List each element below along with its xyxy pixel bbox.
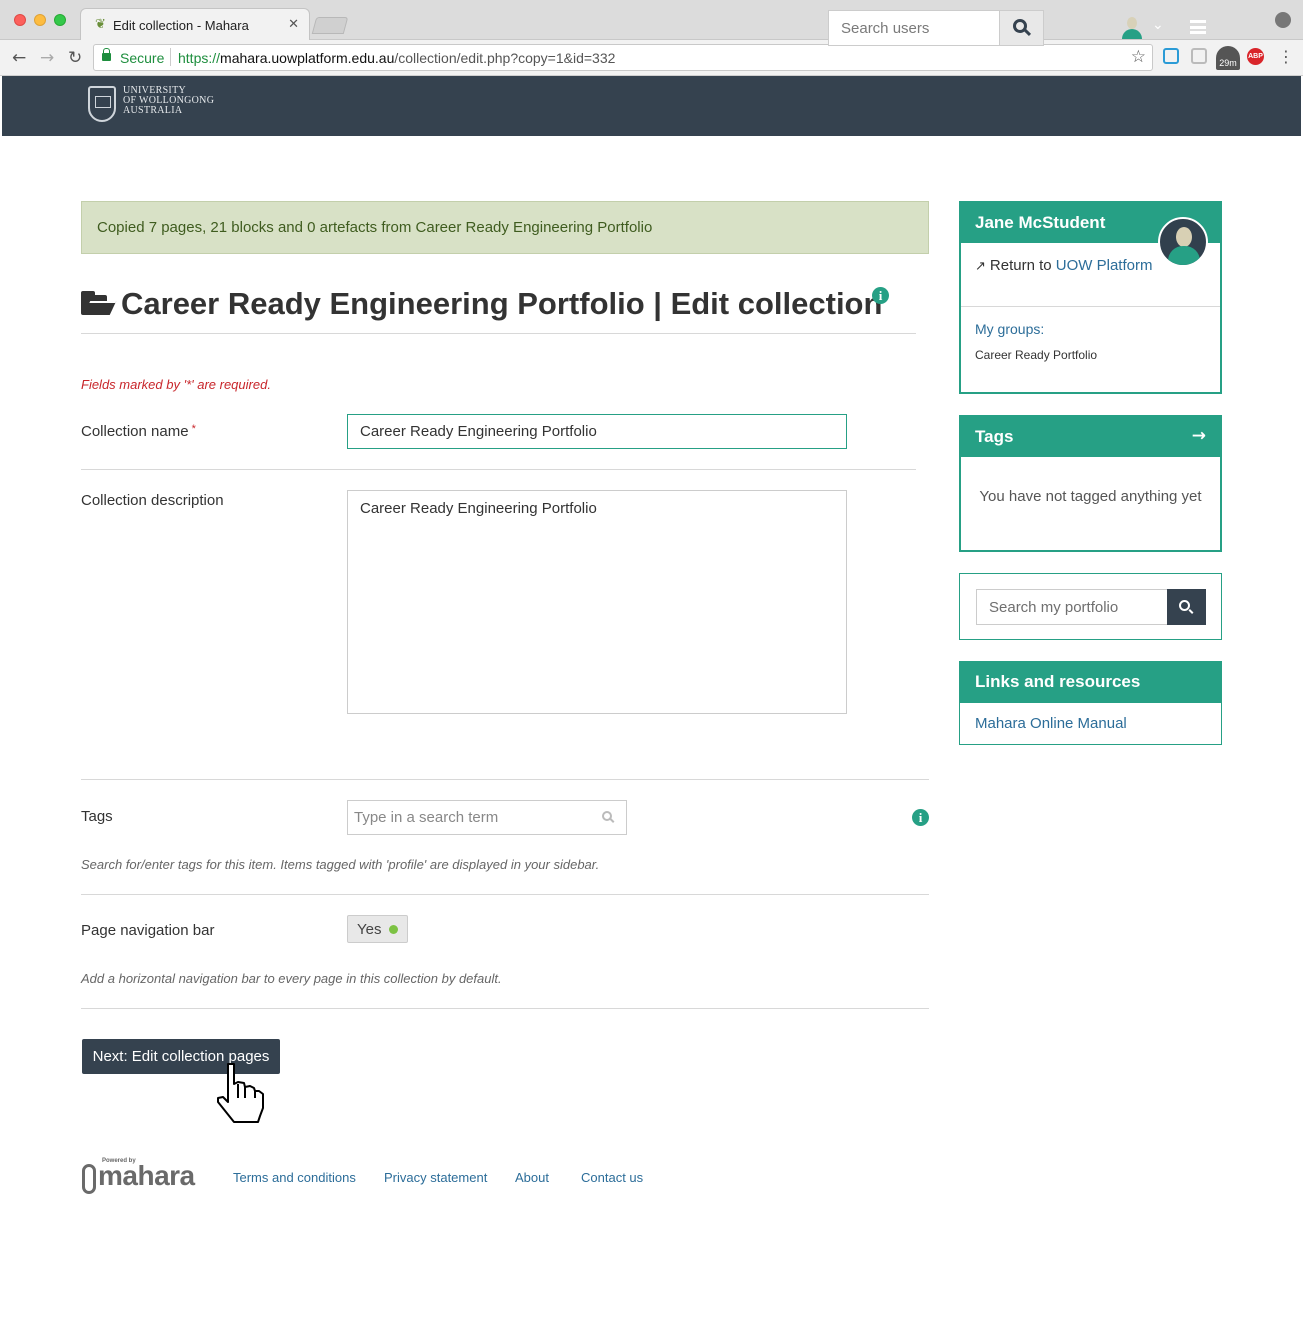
return-to-platform-link[interactable]: ↗ Return to UOW Platform bbox=[975, 255, 1155, 277]
search-users-button[interactable] bbox=[999, 10, 1044, 46]
back-arrow-icon[interactable]: ← bbox=[12, 48, 26, 68]
window-zoom-button[interactable] bbox=[54, 14, 66, 26]
search-icon bbox=[1179, 600, 1190, 611]
return-prefix: Return to bbox=[989, 257, 1056, 274]
tags-label: Tags bbox=[81, 808, 113, 825]
info-icon[interactable]: i bbox=[872, 287, 889, 304]
browser-menu-icon[interactable]: ⋮ bbox=[1278, 47, 1294, 66]
bookmark-star-icon[interactable]: ☆ bbox=[1131, 47, 1146, 67]
hand-pointer-cursor-icon bbox=[217, 1063, 264, 1123]
extension-timer-icon[interactable]: 29m bbox=[1216, 46, 1240, 70]
profile-picture-head bbox=[1176, 227, 1192, 247]
search-portfolio-input[interactable] bbox=[976, 589, 1168, 625]
window-minimize-button[interactable] bbox=[34, 14, 46, 26]
extension-window-icon[interactable] bbox=[1163, 48, 1179, 64]
page-title: Career Ready Engineering Portfolio | Edi… bbox=[121, 286, 883, 321]
navigation-bar-help-text: Add a horizontal navigation bar to every… bbox=[81, 971, 502, 986]
logo-line: AUSTRALIA bbox=[123, 105, 183, 116]
search-users-input[interactable] bbox=[828, 10, 1000, 46]
field-divider bbox=[81, 469, 916, 470]
mahara-favicon-icon: ❦ bbox=[95, 17, 106, 32]
window-close-button[interactable] bbox=[14, 14, 26, 26]
privacy-link[interactable]: Privacy statement bbox=[384, 1170, 487, 1185]
uow-logo-shield-icon[interactable] bbox=[88, 86, 116, 122]
avatar-head bbox=[1127, 17, 1137, 29]
uow-logo-text[interactable]: UNIVERSITY OF WOLLONGONG AUSTRALIA bbox=[123, 86, 214, 116]
folder-front bbox=[83, 301, 117, 315]
return-link-text: UOW Platform bbox=[1055, 257, 1153, 274]
collection-name-label-text: Collection name bbox=[81, 423, 189, 440]
mahara-manual-link[interactable]: Mahara Online Manual bbox=[975, 715, 1127, 732]
toggle-on-indicator bbox=[389, 925, 398, 934]
browser-profile-icon[interactable] bbox=[1275, 12, 1291, 28]
collection-description-label: Collection description bbox=[81, 492, 224, 509]
extension-cast-icon[interactable] bbox=[1191, 48, 1207, 64]
tags-search-input[interactable] bbox=[347, 800, 627, 835]
links-heading: Links and resources bbox=[960, 662, 1221, 703]
url-host: mahara.uowplatform.edu.au bbox=[220, 50, 395, 66]
mahara-wordmark: mahara bbox=[98, 1160, 195, 1191]
chevron-down-icon[interactable]: ⌄ bbox=[1152, 17, 1164, 33]
page-navigation-bar-toggle[interactable]: Yes bbox=[347, 915, 408, 943]
browser-toolbar: ← → ↻ Secure https://mahara.uowplatform.… bbox=[0, 40, 1303, 76]
collection-description-textarea[interactable]: Career Ready Engineering Portfolio bbox=[347, 490, 847, 714]
arrow-right-icon[interactable]: → bbox=[1192, 426, 1206, 446]
info-icon[interactable]: i bbox=[912, 809, 929, 826]
title-divider bbox=[81, 333, 916, 334]
required-marker: * bbox=[191, 423, 196, 435]
field-divider bbox=[81, 894, 929, 895]
url-separator bbox=[170, 48, 171, 66]
collection-name-input[interactable] bbox=[347, 414, 847, 449]
required-fields-note: Fields marked by '*' are required. bbox=[81, 377, 271, 392]
search-icon bbox=[1013, 19, 1027, 33]
user-avatar-icon[interactable] bbox=[1122, 17, 1142, 39]
collection-name-label: Collection name * bbox=[81, 423, 196, 440]
reload-icon[interactable]: ↻ bbox=[68, 48, 82, 68]
avatar-body bbox=[1122, 29, 1142, 39]
secure-label: Secure bbox=[120, 50, 165, 66]
adblock-icon[interactable]: ABP bbox=[1247, 48, 1264, 65]
toggle-label: Yes bbox=[357, 921, 382, 938]
contact-link[interactable]: Contact us bbox=[581, 1170, 643, 1185]
tags-sidebar-block: Tags → You have not tagged anything yet bbox=[959, 415, 1222, 552]
folder-open-icon bbox=[81, 291, 117, 317]
tab-title: Edit collection - Mahara bbox=[113, 18, 249, 33]
new-tab-button[interactable] bbox=[311, 17, 349, 34]
profile-picture[interactable] bbox=[1158, 217, 1208, 267]
field-divider bbox=[81, 779, 929, 780]
browser-tab-strip: ❦ Edit collection - Mahara ✕ bbox=[0, 0, 1303, 40]
my-groups-link[interactable]: My groups: bbox=[975, 321, 1044, 337]
profile-picture-body bbox=[1168, 246, 1200, 265]
success-alert: Copied 7 pages, 21 blocks and 0 artefact… bbox=[81, 201, 929, 254]
search-portfolio-button[interactable] bbox=[1167, 589, 1206, 625]
about-link[interactable]: About bbox=[515, 1170, 549, 1185]
url-path: /collection/edit.php?copy=1&id=332 bbox=[394, 50, 616, 66]
url-text: https://mahara.uowplatform.edu.au/collec… bbox=[178, 50, 615, 66]
tags-help-text: Search for/enter tags for this item. Ite… bbox=[81, 857, 600, 872]
external-link-icon: ↗ bbox=[975, 259, 986, 274]
search-portfolio-block bbox=[959, 573, 1222, 640]
url-scheme: https:// bbox=[178, 50, 221, 66]
tags-heading[interactable]: Tags → bbox=[961, 417, 1220, 457]
page-navigation-bar-label: Page navigation bar bbox=[81, 922, 215, 939]
browser-tab[interactable]: ❦ Edit collection - Mahara ✕ bbox=[80, 8, 310, 40]
tags-title: Tags bbox=[975, 427, 1014, 446]
search-icon bbox=[602, 811, 612, 821]
hamburger-menu-icon[interactable] bbox=[1190, 20, 1206, 34]
mahara-logo[interactable]: Powered by mahara bbox=[82, 1158, 200, 1196]
field-divider bbox=[81, 1008, 929, 1009]
tags-empty-text: You have not tagged anything yet bbox=[979, 488, 1202, 505]
links-resources-block: Links and resources Mahara Online Manual bbox=[959, 661, 1222, 745]
group-item[interactable]: Career Ready Portfolio bbox=[975, 348, 1097, 362]
tab-close-icon[interactable]: ✕ bbox=[288, 17, 299, 32]
profile-sidebar-block: Jane McStudent ↗ Return to UOW Platform M… bbox=[959, 201, 1222, 394]
sidebar-divider bbox=[961, 306, 1220, 307]
terms-link[interactable]: Terms and conditions bbox=[233, 1170, 356, 1185]
address-bar[interactable]: Secure https://mahara.uowplatform.edu.au… bbox=[93, 44, 1153, 71]
lock-icon bbox=[102, 48, 111, 61]
site-header: UNIVERSITY OF WOLLONGONG AUSTRALIA bbox=[2, 76, 1301, 136]
forward-arrow-icon[interactable]: → bbox=[40, 48, 54, 68]
mahara-swirl-icon bbox=[82, 1164, 96, 1194]
